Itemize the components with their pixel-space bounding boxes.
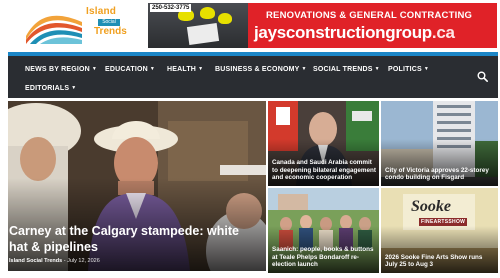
- story-tile[interactable]: Sooke FINEARTSSHOW 2026 Sooke Fine Arts …: [381, 188, 498, 273]
- story-tile-title[interactable]: City of Victoria approves 22-storey cond…: [385, 167, 495, 182]
- story-tile[interactable]: Canada and Saudi Arabia commit to deepen…: [268, 101, 379, 186]
- nav-label: EDUCATION: [105, 66, 148, 73]
- sooke-logo-text: Sooke: [411, 198, 451, 215]
- nav-social-trends[interactable]: SOCIAL TRENDS ▼: [313, 66, 380, 73]
- nav-label: SOCIAL TRENDS: [313, 66, 373, 73]
- site-header: Island Social Trends 250-532-3775 RENOVA…: [0, 0, 500, 52]
- logo-wave-graphic: [24, 6, 84, 44]
- search-icon[interactable]: [477, 69, 488, 82]
- chevron-down-icon: ▼: [301, 66, 307, 72]
- sooke-logo-sub: FINEARTSSHOW: [419, 218, 468, 226]
- header-ad-banner[interactable]: 250-532-3775 RENOVATIONS & GENERAL CONTR…: [148, 3, 497, 48]
- logo-line-3: Trends: [94, 26, 127, 37]
- chevron-down-icon: ▼: [198, 66, 204, 72]
- story-tile[interactable]: Saanich: people, books & buttons at Teal…: [268, 188, 379, 273]
- main-nav: NEWS BY REGION ▼ EDUCATION ▼ HEALTH ▼ BUSIN…: [8, 52, 498, 98]
- story-tile[interactable]: City of Victoria approves 22-storey cond…: [381, 101, 498, 186]
- ad-url-suffix: .ca: [431, 23, 455, 42]
- nav-label: POLITICS: [388, 66, 422, 73]
- logo-wordmark: Island Social Trends: [86, 7, 127, 37]
- nav-health[interactable]: HEALTH ▼: [167, 66, 203, 73]
- chevron-down-icon: ▼: [149, 66, 156, 72]
- ad-tagline: RENOVATIONS & GENERAL CONTRACTING: [266, 10, 473, 21]
- featured-story-title[interactable]: Carney at the Calgary stampede: white ha…: [9, 224, 249, 255]
- chevron-down-icon: ▼: [374, 66, 380, 72]
- ad-url: jaysconstructiongroup.ca: [254, 23, 455, 43]
- nav-label: HEALTH: [167, 66, 197, 73]
- featured-story-author[interactable]: Island Social Trends: [9, 258, 62, 264]
- chevron-down-icon: ▼: [91, 66, 98, 72]
- ad-phone: 250-532-3775: [150, 4, 192, 12]
- featured-story-meta: Island Social Trends - July 12, 2026: [9, 258, 100, 264]
- story-tile-title[interactable]: 2026 Sooke Fine Arts Show runs July 25 t…: [385, 254, 495, 269]
- nav-label: EDITORIALS: [25, 85, 70, 92]
- ad-url-main: jaysconstructiongroup: [254, 23, 432, 42]
- story-tile-title[interactable]: Canada and Saudi Arabia commit to deepen…: [272, 159, 376, 182]
- featured-story-date: July 12, 2026: [67, 258, 100, 264]
- ad-photo: 250-532-3775: [148, 3, 248, 48]
- nav-label: BUSINESS & ECONOMY: [215, 66, 300, 73]
- nav-politics[interactable]: POLITICS ▼: [388, 66, 429, 73]
- story-tile-title[interactable]: Saanich: people, books & buttons at Teal…: [272, 246, 376, 269]
- nav-editorials[interactable]: EDITORIALS ▼: [25, 85, 76, 92]
- nav-business-economy[interactable]: BUSINESS & ECONOMY ▼: [215, 66, 307, 73]
- site-logo[interactable]: Island Social Trends: [24, 6, 127, 44]
- logo-line-2: Social: [98, 19, 120, 26]
- nav-news-by-region[interactable]: NEWS BY REGION ▼: [25, 66, 97, 73]
- nav-label: NEWS BY REGION: [25, 66, 90, 73]
- logo-line-1: Island: [86, 6, 117, 17]
- chevron-down-icon: ▼: [423, 66, 430, 72]
- nav-education[interactable]: EDUCATION ▼: [105, 66, 155, 73]
- chevron-down-icon: ▼: [71, 85, 77, 91]
